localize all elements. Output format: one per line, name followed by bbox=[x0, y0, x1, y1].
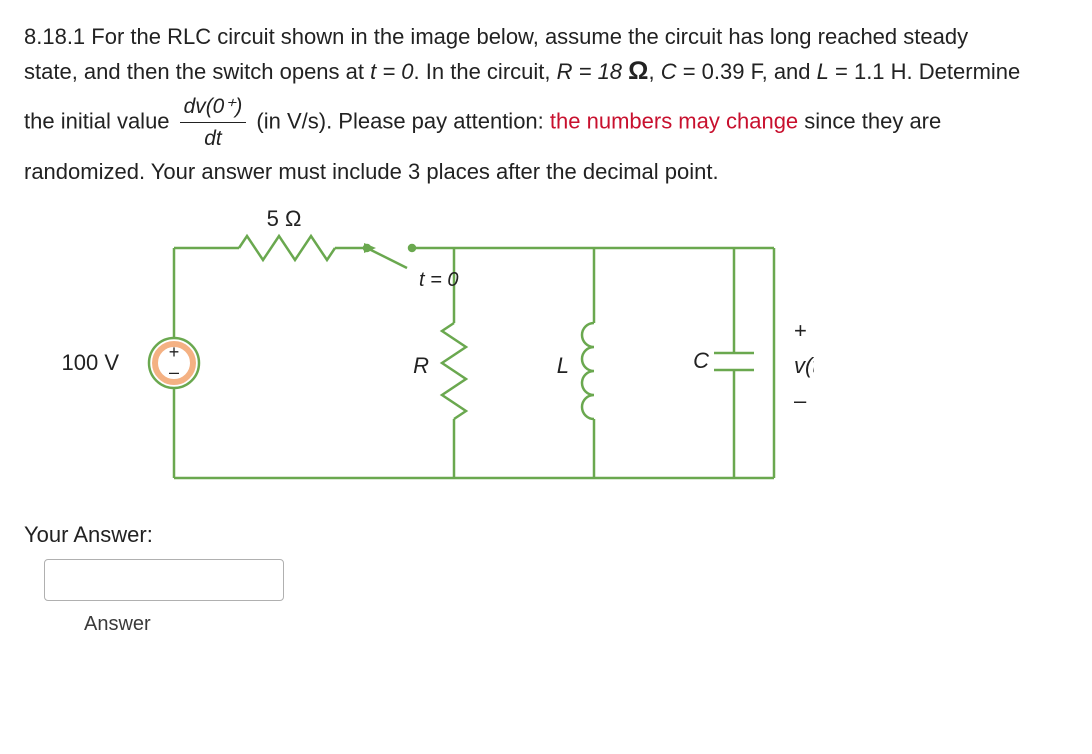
v-plus: + bbox=[794, 318, 807, 343]
v-out-label: v(t) bbox=[794, 353, 814, 378]
answer-input[interactable] bbox=[44, 559, 284, 601]
v-source-label: 100 V bbox=[62, 350, 120, 375]
text: , bbox=[648, 59, 660, 84]
v-minus: – bbox=[794, 388, 807, 413]
text: (in V/s). Please pay attention: bbox=[256, 109, 550, 134]
answer-label: Your Answer: bbox=[24, 518, 1068, 551]
c-letter: C bbox=[661, 59, 677, 84]
r-branch-label: R bbox=[413, 353, 429, 378]
l-letter: L bbox=[817, 59, 829, 84]
problem-text: 8.18.1 For the RLC circuit shown in the … bbox=[24, 20, 1024, 188]
r-expr: R = 18 bbox=[557, 59, 629, 84]
derivative-fraction: dv(0⁺) dt bbox=[180, 91, 247, 155]
answer-hint: Answer bbox=[84, 609, 1068, 639]
l-branch-label: L bbox=[557, 353, 569, 378]
frac-den: dt bbox=[180, 123, 247, 154]
problem-number: 8.18.1 bbox=[24, 24, 85, 49]
circuit-diagram: + – 5 Ω t = 0 100 V R L C + v(t) – bbox=[34, 208, 1068, 508]
text: = 0.39 F, and bbox=[683, 59, 817, 84]
ohm-symbol: Ω bbox=[628, 57, 648, 85]
t-switch-label: t = 0 bbox=[419, 269, 458, 291]
r-series-label: 5 Ω bbox=[267, 208, 302, 231]
text: . In the circuit, bbox=[414, 59, 557, 84]
c-branch-label: C bbox=[693, 348, 709, 373]
t-eq: t = 0 bbox=[370, 59, 413, 84]
frac-num: dv(0⁺) bbox=[180, 91, 247, 123]
warning-text: the numbers may change bbox=[550, 109, 798, 134]
